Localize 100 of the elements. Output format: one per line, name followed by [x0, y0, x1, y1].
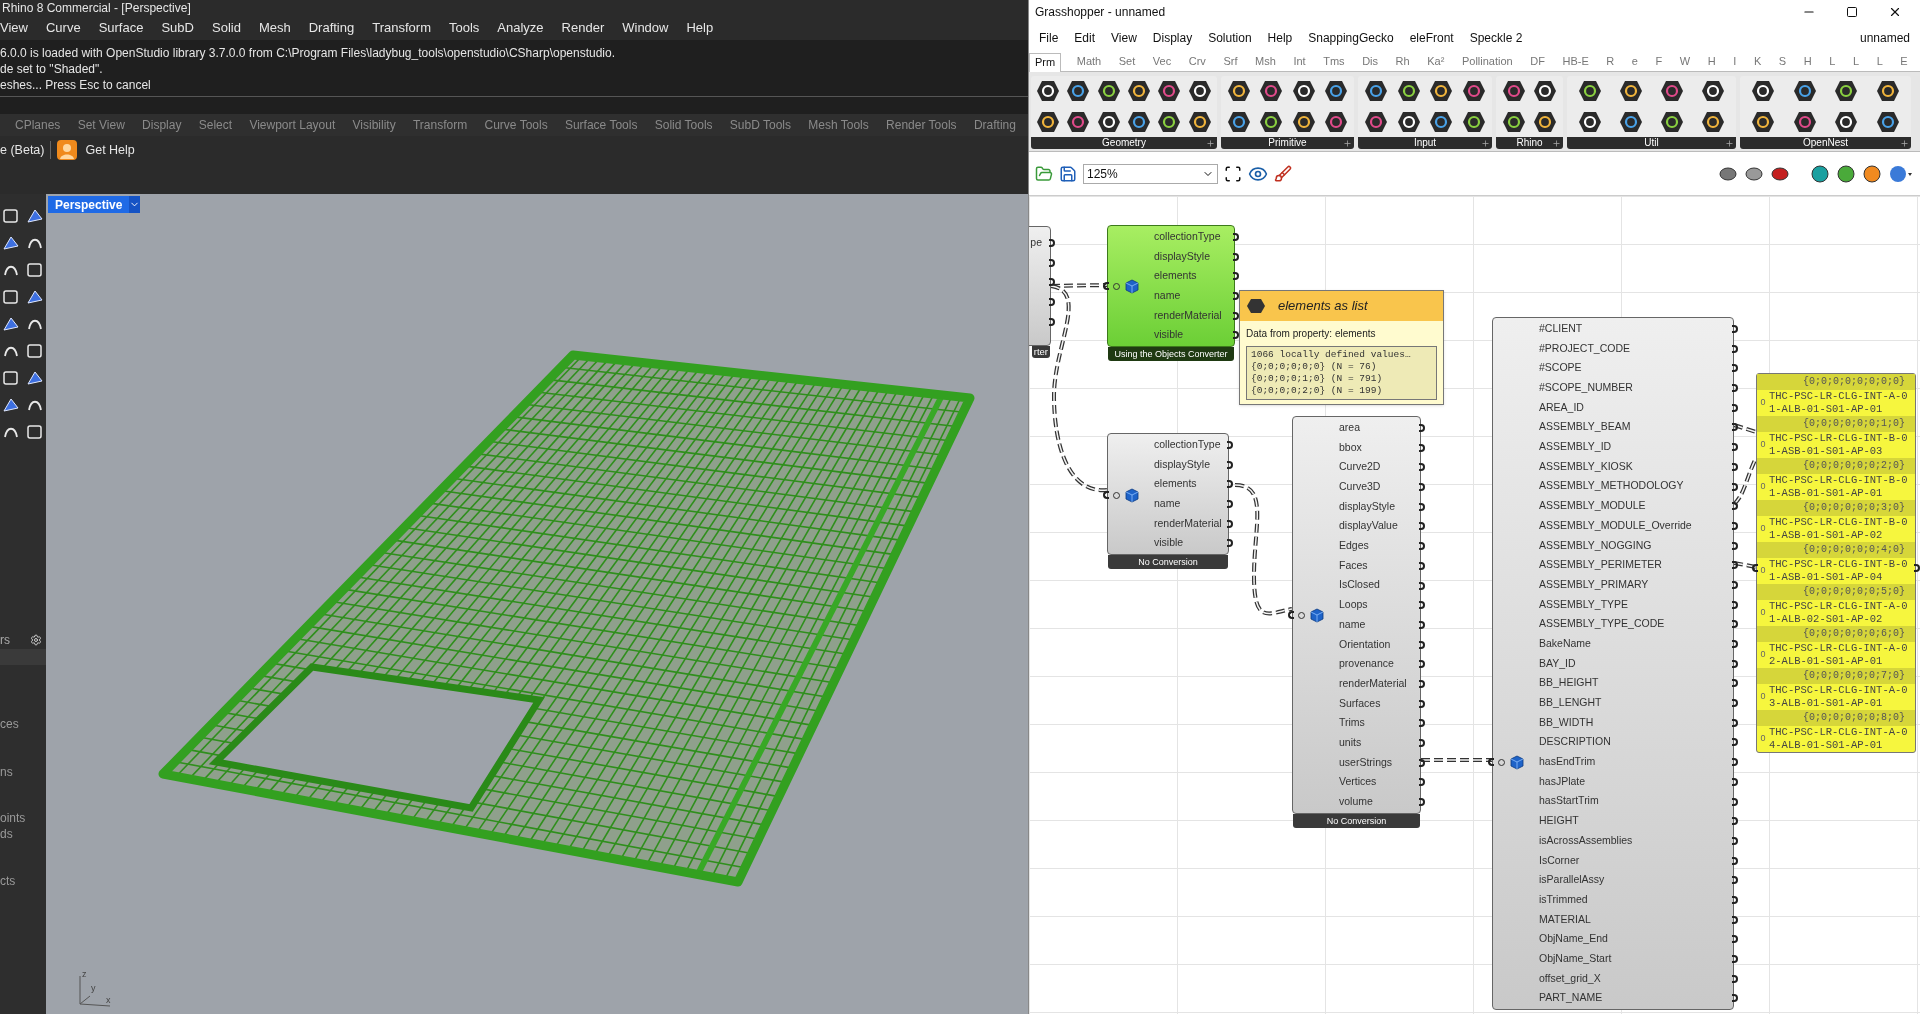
output-grip[interactable] — [1419, 542, 1425, 551]
maximize-icon[interactable] — [1846, 6, 1858, 18]
input-grip[interactable] — [1288, 611, 1294, 619]
display-mode-icon[interactable] — [1836, 163, 1856, 184]
menu-item[interactable]: Transform — [372, 18, 431, 38]
ribbon-tab[interactable]: Set — [1116, 53, 1138, 71]
ribbon-tab[interactable]: I — [1731, 53, 1739, 71]
output-grip[interactable] — [1227, 441, 1233, 449]
component-icon[interactable] — [1429, 109, 1454, 134]
output-grip[interactable] — [1732, 935, 1738, 944]
output-grip[interactable] — [1419, 424, 1425, 432]
component-icon[interactable] — [1066, 79, 1091, 104]
ribbon-tab[interactable]: Int — [1291, 53, 1308, 71]
component-icon[interactable] — [1701, 109, 1726, 134]
output-grip[interactable] — [1049, 298, 1055, 307]
output-grip[interactable] — [1914, 564, 1920, 572]
expand-icon[interactable] — [1481, 138, 1490, 148]
toolbar-button[interactable]: e (Beta) — [0, 140, 51, 160]
menu-item[interactable]: Solution — [1208, 29, 1252, 47]
expand-icon[interactable] — [1900, 138, 1909, 148]
zoom-extents-icon[interactable] — [1224, 164, 1242, 183]
ribbon-tab[interactable]: Srf — [1221, 53, 1240, 71]
menu-item[interactable]: Surface — [98, 18, 144, 38]
component-icon[interactable] — [1501, 79, 1526, 104]
output-grip[interactable] — [1419, 778, 1425, 787]
menu-item[interactable]: Window — [622, 18, 669, 38]
component-icon[interactable] — [1429, 79, 1454, 104]
tool-icon[interactable] — [2, 368, 20, 387]
ribbon-tab[interactable]: E — [1898, 53, 1910, 71]
expand-icon[interactable] — [1206, 138, 1215, 148]
output-grip[interactable] — [1732, 443, 1738, 452]
component-icon[interactable] — [1291, 79, 1316, 104]
ribbon-tab[interactable]: DF — [1528, 53, 1547, 71]
ribbon-tab[interactable]: Rh — [1393, 53, 1412, 71]
sphere-icon[interactable] — [1888, 163, 1914, 184]
ribbon-tab[interactable]: L — [1850, 53, 1862, 71]
ribbon-tab[interactable]: F — [1653, 53, 1665, 71]
expand-icon[interactable] — [1725, 138, 1734, 148]
component-icon[interactable] — [1577, 109, 1602, 134]
ribbon-tab[interactable]: Prm — [1029, 53, 1062, 72]
panel-item[interactable]: cts — [0, 873, 46, 889]
output-grip[interactable] — [1732, 758, 1738, 767]
output-grip[interactable] — [1732, 817, 1738, 826]
component-icon[interactable] — [1227, 109, 1252, 134]
component-icon[interactable] — [1461, 109, 1486, 134]
ribbon-tab[interactable]: H — [1705, 53, 1718, 71]
menu-item[interactable]: Solid — [212, 18, 241, 38]
component-icon[interactable] — [1533, 109, 1558, 134]
output-grip[interactable] — [1227, 500, 1233, 509]
ribbon-tab[interactable]: Msh — [1253, 53, 1278, 71]
output-grip[interactable] — [1732, 344, 1738, 353]
ribbon-tab[interactable]: Vec — [1150, 53, 1174, 71]
output-grip[interactable] — [1419, 601, 1425, 610]
output-grip[interactable] — [1732, 580, 1738, 589]
toolbar-tab[interactable]: Display — [142, 116, 182, 134]
component-icon[interactable] — [1157, 79, 1182, 104]
component-icon[interactable] — [1618, 109, 1643, 134]
open-file-icon[interactable] — [1035, 164, 1053, 183]
component-icon[interactable] — [1187, 109, 1212, 134]
output-grip[interactable] — [1419, 443, 1425, 452]
panel-item[interactable]: ds — [0, 826, 46, 842]
output-grip[interactable] — [1419, 483, 1425, 492]
component-icon[interactable] — [1323, 79, 1348, 104]
component-icon[interactable] — [1834, 79, 1859, 104]
component-icon[interactable] — [1127, 79, 1152, 104]
input-grip[interactable] — [1103, 282, 1109, 290]
component-icon[interactable] — [1291, 109, 1316, 134]
component-icon[interactable] — [1750, 79, 1775, 104]
component-icon[interactable] — [1750, 109, 1775, 134]
toolbar-tab[interactable]: Render Tools — [886, 116, 957, 134]
menu-item[interactable]: Help — [686, 18, 714, 38]
ribbon-tab[interactable]: S — [1776, 53, 1789, 71]
toolbar-tab[interactable]: Select — [198, 116, 233, 134]
toolbar-tab[interactable]: Viewport Layout — [249, 116, 336, 134]
display-mode-icon[interactable] — [1810, 163, 1830, 184]
menu-item[interactable]: SnappingGecko — [1308, 29, 1394, 47]
panel-tab[interactable]: rs — [0, 631, 10, 649]
component-icon[interactable] — [1701, 79, 1726, 104]
menu-item[interactable]: Drafting — [308, 18, 355, 38]
ribbon-tab[interactable]: HB-E — [1560, 53, 1591, 71]
output-grip[interactable] — [1732, 325, 1738, 333]
component-icon[interactable] — [1501, 109, 1526, 134]
panel-item[interactable]: oints — [0, 810, 46, 826]
output-grip[interactable] — [1732, 600, 1738, 609]
display-mode-icon[interactable] — [1862, 163, 1882, 184]
output-grip[interactable] — [1227, 480, 1233, 489]
component-icon[interactable] — [1259, 109, 1284, 134]
output-grip[interactable] — [1419, 463, 1425, 472]
ribbon-tab[interactable]: Crv — [1186, 53, 1208, 71]
ribbon-tab[interactable]: Math — [1074, 53, 1104, 71]
component-icon[interactable] — [1364, 79, 1389, 104]
output-grip[interactable] — [1732, 718, 1738, 727]
output-grip[interactable] — [1732, 403, 1738, 412]
panel-item[interactable]: ns — [0, 764, 46, 780]
tool-icon[interactable] — [2, 287, 20, 306]
output-grip[interactable] — [1233, 233, 1239, 241]
output-grip[interactable] — [1732, 895, 1738, 904]
menu-item[interactable]: Edit — [1074, 29, 1096, 47]
ribbon-tab[interactable]: Pollination — [1459, 53, 1515, 71]
toolbar-tab[interactable]: Drafting — [973, 116, 1016, 134]
